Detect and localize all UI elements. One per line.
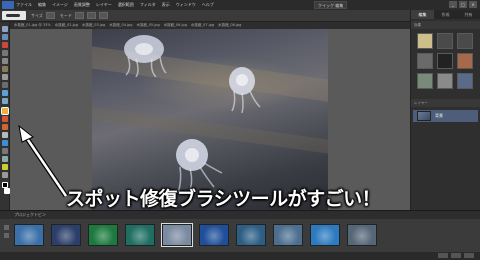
- shape-tool-icon[interactable]: [2, 156, 8, 162]
- photo-thumbnail[interactable]: [51, 224, 81, 246]
- brush-tool-icon[interactable]: [2, 132, 8, 138]
- toolbox: [0, 22, 10, 210]
- blur-tool-icon[interactable]: [2, 164, 8, 170]
- redeye-tool-icon[interactable]: [2, 98, 8, 104]
- menu-filter[interactable]: フィルタ: [140, 2, 156, 8]
- effect-thumbnail[interactable]: [437, 33, 453, 49]
- mode-select[interactable]: [74, 12, 84, 19]
- tab-create[interactable]: 作成: [434, 10, 457, 19]
- red-eye-tool-icon[interactable]: [2, 90, 8, 96]
- menu-edit[interactable]: 編集: [38, 2, 46, 8]
- brush-preset-picker[interactable]: [2, 11, 26, 20]
- sample-option[interactable]: [86, 12, 96, 19]
- lasso-tool-icon[interactable]: [2, 58, 8, 64]
- spot-healing-brush-tool-icon[interactable]: [1, 107, 9, 115]
- eraser-tool-icon[interactable]: [2, 124, 8, 130]
- document-tabs: 水族館_01.jpg @ 33% 水族館_02.jpg 水族館_03.jpg 水…: [10, 22, 410, 29]
- magic-wand-tool-icon[interactable]: [2, 66, 8, 72]
- paint-bucket-tool-icon[interactable]: [2, 140, 8, 146]
- app-logo-icon: [2, 1, 14, 9]
- effect-thumbnail[interactable]: [457, 53, 473, 69]
- eyedropper-tool-icon[interactable]: [2, 42, 8, 48]
- sponge-tool-icon[interactable]: [2, 172, 8, 178]
- bin-menu-icon[interactable]: [4, 233, 9, 238]
- effect-thumbnail[interactable]: [437, 53, 453, 69]
- menu-enhance[interactable]: 画質調整: [74, 2, 90, 8]
- menu-file[interactable]: ファイル: [16, 2, 32, 8]
- jellyfish-image: [124, 35, 167, 77]
- layer-name: 背景: [435, 113, 443, 118]
- tab-edit[interactable]: 編集: [411, 10, 434, 19]
- photo-thumbnail[interactable]: [199, 224, 229, 246]
- project-bin-header[interactable]: プロジェクトビン: [0, 211, 480, 219]
- mode-label: モード: [59, 12, 72, 18]
- tab-document-8[interactable]: 水族館_08.jpg: [218, 23, 241, 28]
- annotation-caption: スポット修復ブラシツールがすごい！: [66, 188, 381, 210]
- layer-thumbnail: [417, 111, 431, 121]
- menu-layer[interactable]: レイヤー: [96, 2, 112, 8]
- menu-bar: ファイル 編集 イメージ 画質調整 レイヤー 選択範囲 フィルタ 表示 ウィンド…: [0, 0, 480, 10]
- menu-image[interactable]: イメージ: [52, 2, 68, 8]
- tool-options-bar: サイズ モード: [0, 10, 410, 22]
- effect-thumbnail[interactable]: [457, 73, 473, 89]
- bin-action-button[interactable]: [464, 253, 474, 258]
- tab-document-6[interactable]: 水族館_06.jpg: [164, 23, 187, 28]
- menu-window[interactable]: ウィンドウ: [176, 2, 196, 8]
- tab-document-4[interactable]: 水族館_04.jpg: [109, 23, 132, 28]
- menu-select[interactable]: 選択範囲: [118, 2, 134, 8]
- menu-view[interactable]: 表示: [162, 2, 170, 8]
- text-tool-icon[interactable]: [2, 74, 8, 80]
- photo-thumbnail[interactable]: [310, 224, 340, 246]
- effects-grid: [411, 29, 480, 93]
- gradient-tool-icon[interactable]: [2, 148, 8, 154]
- photo-thumbnail[interactable]: [273, 224, 303, 246]
- tab-document-7[interactable]: 水族館_07.jpg: [191, 23, 214, 28]
- effect-thumbnail[interactable]: [457, 33, 473, 49]
- layers-panel-header[interactable]: レイヤー: [411, 99, 480, 107]
- bin-action-button[interactable]: [451, 253, 461, 258]
- thumbnail-strip: [14, 223, 377, 247]
- type-option[interactable]: [98, 12, 108, 19]
- tab-document-2[interactable]: 水族館_02.jpg: [55, 23, 78, 28]
- effect-thumbnail[interactable]: [417, 33, 433, 49]
- tab-share[interactable]: 共有: [457, 10, 480, 19]
- marquee-tool-icon[interactable]: [2, 50, 8, 56]
- layer-row-background[interactable]: 背景: [413, 110, 478, 122]
- document-photo[interactable]: [92, 29, 328, 210]
- menu-help[interactable]: ヘルプ: [202, 2, 214, 8]
- photo-thumbnail[interactable]: [88, 224, 118, 246]
- maximize-button[interactable]: □: [459, 1, 467, 8]
- photo-thumbnail[interactable]: [161, 223, 193, 247]
- photo-thumbnail[interactable]: [14, 224, 44, 246]
- quick-edit-button[interactable]: クイック 編集: [314, 1, 348, 9]
- move-tool-icon[interactable]: [2, 26, 8, 32]
- tab-document-1[interactable]: 水族館_01.jpg @ 33%: [14, 23, 51, 28]
- effect-thumbnail[interactable]: [417, 53, 433, 69]
- tab-document-3[interactable]: 水族館_03.jpg: [82, 23, 105, 28]
- effects-panel-header[interactable]: 効果: [411, 21, 480, 29]
- zoom-tool-icon[interactable]: [2, 34, 8, 40]
- bin-menu-icon[interactable]: [4, 225, 9, 230]
- jellyfish-image: [229, 67, 261, 113]
- photo-thumbnail[interactable]: [347, 224, 377, 246]
- crop-tool-icon[interactable]: [2, 82, 8, 88]
- close-button[interactable]: ×: [469, 1, 477, 8]
- minimize-button[interactable]: _: [449, 1, 457, 8]
- right-panel: 編集 作成 共有 効果 レイヤー 背景: [410, 10, 480, 210]
- clone-stamp-tool-icon[interactable]: [2, 116, 8, 122]
- project-bin: プロジェクトビン: [0, 210, 480, 260]
- photo-thumbnail[interactable]: [125, 224, 155, 246]
- effect-thumbnail[interactable]: [417, 73, 433, 89]
- photo-thumbnail[interactable]: [236, 224, 266, 246]
- status-bar: [0, 252, 480, 260]
- size-label: サイズ: [31, 12, 43, 18]
- effect-thumbnail[interactable]: [437, 73, 453, 89]
- tab-document-5[interactable]: 水族館_05.jpg: [136, 23, 159, 28]
- bin-action-button[interactable]: [438, 253, 448, 258]
- size-field[interactable]: [45, 12, 55, 19]
